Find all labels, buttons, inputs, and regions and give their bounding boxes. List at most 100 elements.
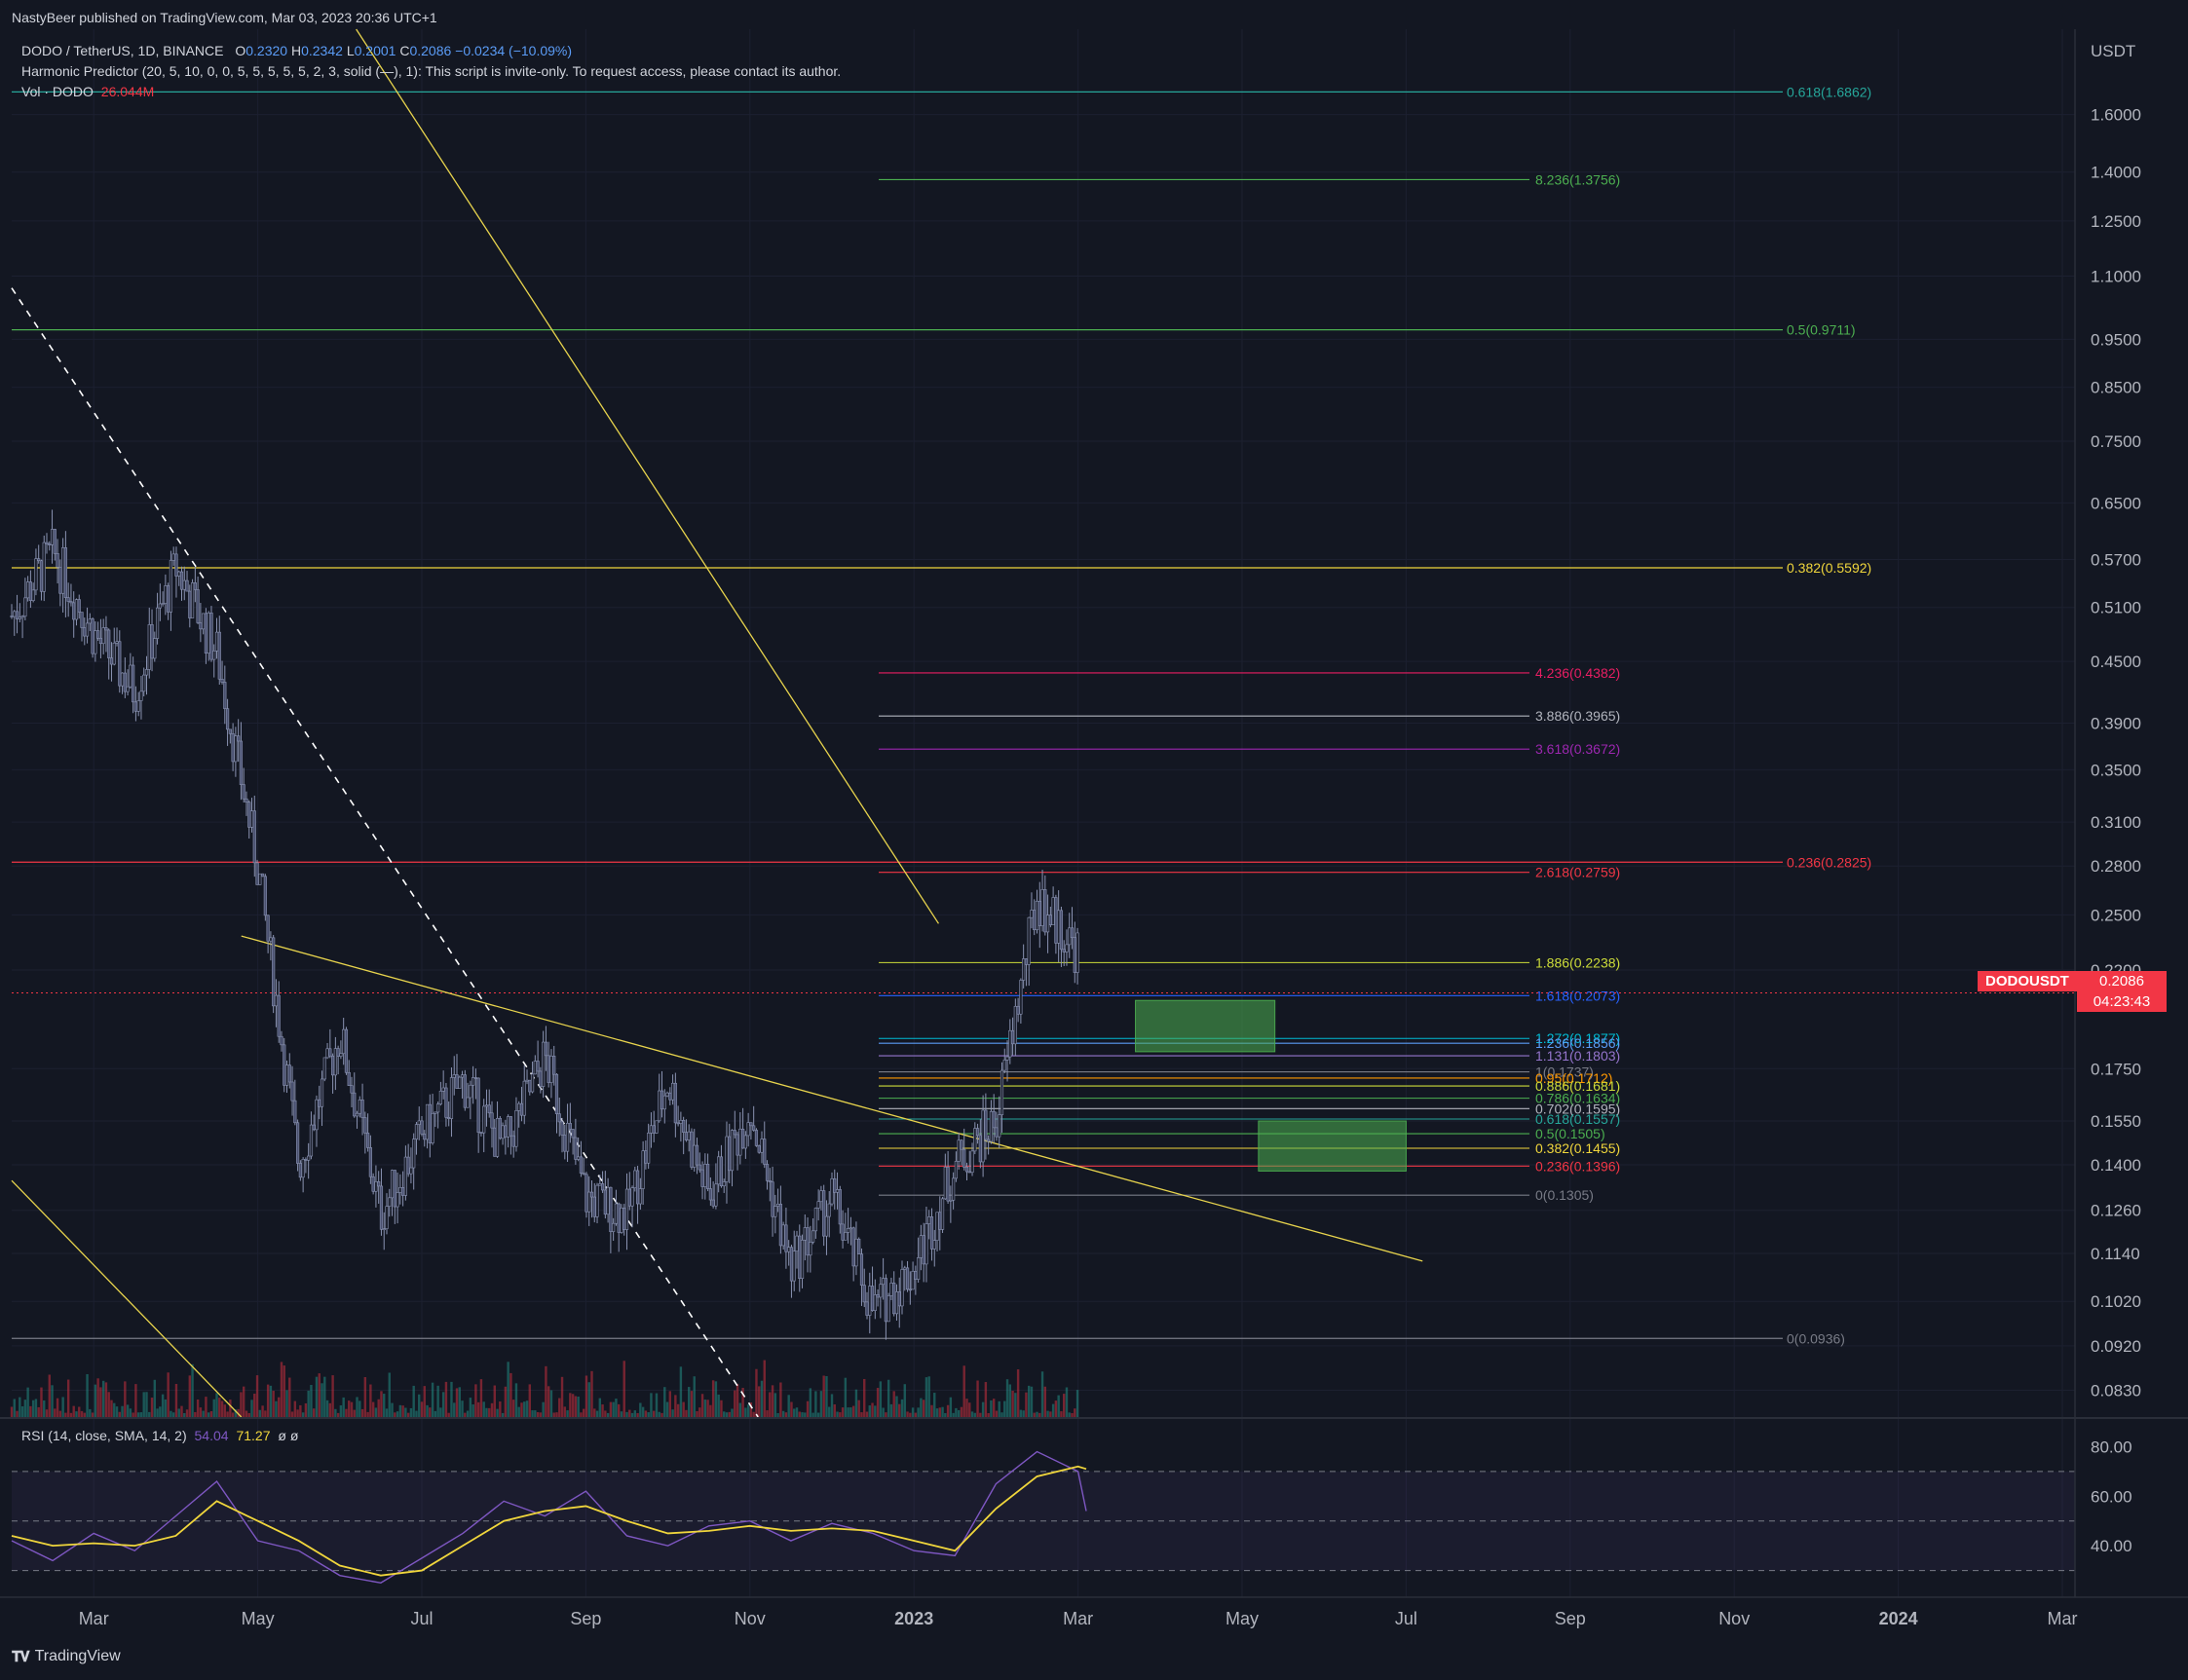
volume-bar [995,1410,999,1417]
candle-body [414,1124,419,1139]
candle-body [239,740,244,785]
candle-body [58,567,62,594]
candle-body [196,589,200,623]
price-chart[interactable]: 0.618(1.6862) 0.5(0.9711) 0.382(0.5592) 0.2… [0,0,2188,1680]
candle-body [649,1125,654,1134]
volume-bar [51,1385,54,1417]
volume-bar [563,1406,566,1417]
bar-countdown: 04:23:43 [2093,993,2151,1010]
candle-body [914,1270,918,1280]
volume-bar [124,1381,127,1417]
ohlc-open: 0.2320 [245,43,288,58]
candle-body [428,1103,432,1143]
fib-level-label: 0.5(0.1505) [1535,1126,1605,1141]
candle-body [242,784,245,800]
volume-bar [358,1400,361,1417]
indicator-legend[interactable]: Harmonic Predictor (20, 5, 10, 0, 0, 5, … [21,63,841,79]
candle-body [398,1186,402,1193]
candle-body [1075,932,1079,973]
candle-body [595,1184,599,1217]
candle-body [1068,927,1072,946]
volume-bar [663,1387,666,1417]
volume-bar [744,1407,747,1417]
axes: 1.6000 1.4000 1.2500 1.1000 0.9500 0.8500 0.75… [0,29,2188,1628]
volume-bar [676,1403,680,1417]
candle-body [423,1134,427,1140]
candle-body [879,1284,883,1298]
volume-bar [207,1412,210,1417]
candle-body [568,1123,572,1130]
footer[interactable]: 𝐓𝐕 TradingView [12,1648,121,1665]
rsi-legend[interactable]: RSI (14, close, SMA, 14, 2) 54.04 71.27 … [21,1428,298,1443]
volume-bar [218,1398,221,1417]
candle-body [989,1110,994,1142]
candle-body [589,1191,594,1198]
volume-bar [566,1410,569,1417]
volume-bar [779,1382,782,1417]
volume-bar [714,1381,718,1417]
volume-bar [655,1393,659,1417]
candle-body [873,1294,877,1311]
candle-body [1016,1005,1020,1015]
volume-bar [86,1373,89,1417]
candle-body [234,735,238,763]
candle-body [45,541,49,544]
candle-body [339,1053,343,1057]
volume-bar [839,1412,842,1417]
candle-body [1062,949,1066,952]
symbol-legend[interactable]: DODO / TetherUS, 1D, BINANCE O0.2320 H0.… [21,43,572,58]
volume-bar [688,1387,691,1417]
volume-bar [429,1407,432,1417]
volume-bar [984,1382,988,1417]
volume-bar [615,1399,618,1417]
candle-body [283,1044,286,1086]
volume-bar [58,1410,62,1417]
volume-legend[interactable]: Vol · DODO 26.044M [21,84,154,99]
volume-bar [979,1412,982,1417]
candle-body [320,1078,324,1107]
volume-bar [816,1412,820,1417]
volume-bar [356,1397,358,1417]
volume-value: 26.044M [100,84,155,99]
candle-body [892,1283,896,1315]
candle-body [763,1139,767,1165]
volume-bar [1008,1384,1012,1417]
candle-body [987,1139,991,1142]
candle-body [28,581,32,601]
candle-body [542,1041,546,1087]
candle-body [655,1120,659,1134]
candle-body [487,1104,491,1114]
candle-body [517,1102,521,1111]
candle-body [325,1048,329,1059]
candle-body [193,582,197,590]
volume-bar [658,1411,660,1417]
volume-bar [229,1400,232,1417]
symbol-title: DODO / TetherUS, 1D, BINANCE [21,43,224,58]
candle-body [118,641,122,687]
candle-body [824,1215,829,1237]
volume-bar [101,1380,105,1417]
rsi-label: RSI (14, close, SMA, 14, 2) [21,1428,187,1443]
candle-body [484,1104,489,1107]
volume-bar [150,1398,154,1417]
candle-body [161,603,165,605]
volume-bar [798,1411,801,1417]
y-tick-label: 0.3500 [2091,761,2141,779]
fib-level-label: 1.618(0.2073) [1535,988,1620,1003]
volume-bar [871,1402,874,1417]
candle-body [722,1181,726,1186]
candle-body [627,1188,631,1207]
candle-body [382,1228,386,1230]
ohlc-change: −0.0234 (−10.09%) [455,43,573,58]
volume-bar [258,1409,262,1417]
candle-body [266,915,270,942]
volume-bar [245,1410,248,1417]
volume-bar [1025,1392,1028,1417]
rsi-tick-label: 60.00 [2091,1487,2132,1506]
volume-bar [723,1411,726,1417]
volume-bar [841,1407,845,1417]
volume-bar [401,1405,404,1417]
volume-bar [865,1411,869,1417]
candle-body [85,622,90,637]
candle-body [813,1208,817,1232]
